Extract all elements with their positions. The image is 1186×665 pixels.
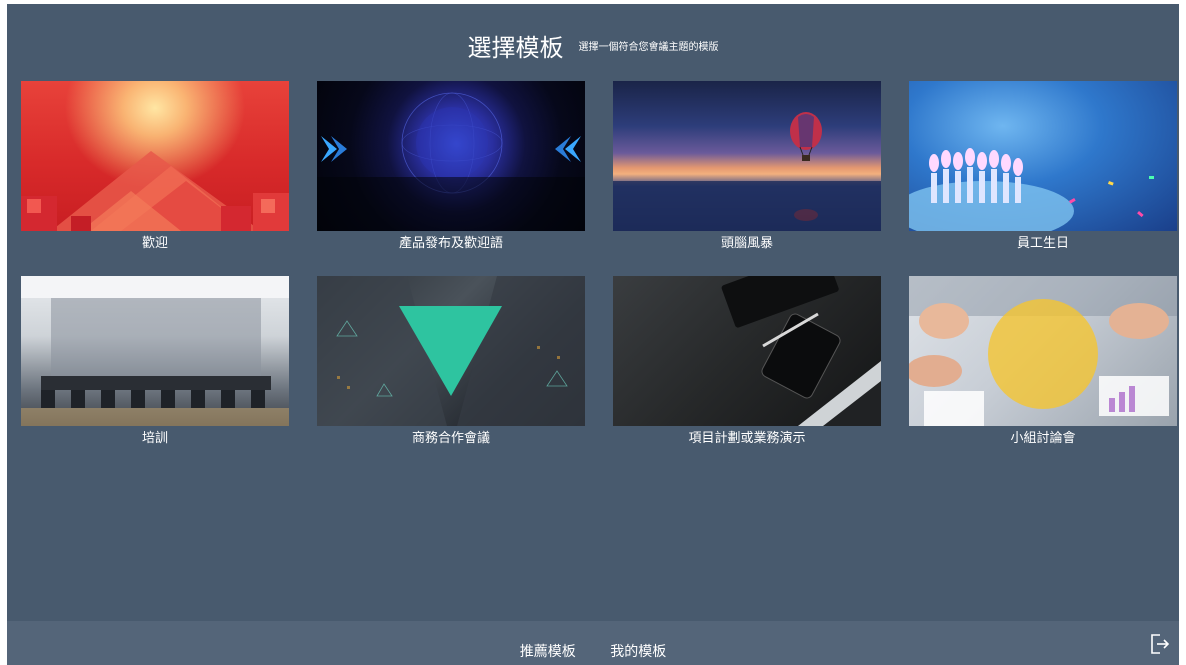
template-label: 歡迎 — [141, 236, 168, 251]
exit-icon[interactable] — [1147, 632, 1171, 656]
template-grid: 歡迎 產品發布及歡迎語 頭腦風暴 員工生日 培訓 商務合作會議 項目計劃或業務演… — [21, 81, 1177, 471]
template-thumbnail-birthday[interactable] — [909, 81, 1177, 231]
template-thumbnail-training[interactable] — [21, 276, 289, 426]
template-label: 項目計劃或業務演示 — [688, 431, 806, 446]
template-tabs: 推薦模板 我的模板 — [7, 641, 1179, 661]
template-label: 商務合作會議 — [411, 431, 490, 446]
footer-bar: 推薦模板 我的模板 — [7, 621, 1179, 665]
template-card-welcome[interactable]: 歡迎 — [21, 81, 289, 276]
template-thumbnail-business-meeting[interactable] — [317, 276, 585, 426]
template-thumbnail-welcome[interactable] — [21, 81, 289, 231]
page-title: 選擇模板 — [467, 34, 564, 62]
template-label: 頭腦風暴 — [720, 236, 773, 251]
template-label: 員工生日 — [1016, 236, 1069, 251]
tab-recommended-templates[interactable]: 推薦模板 — [520, 644, 576, 660]
template-thumbnail-project-plan[interactable] — [613, 276, 881, 426]
template-label: 小組討論會 — [1010, 431, 1076, 446]
header: 選擇模板 選擇一個符合您會議主題的模版 — [7, 28, 1179, 63]
tab-my-templates[interactable]: 我的模板 — [610, 644, 666, 660]
template-card-brainstorm[interactable]: 頭腦風暴 — [613, 81, 881, 276]
template-card-birthday[interactable]: 員工生日 — [909, 81, 1177, 276]
template-card-product-launch[interactable]: 產品發布及歡迎語 — [317, 81, 585, 276]
template-thumbnail-group-discussion[interactable] — [909, 276, 1177, 426]
template-thumbnail-brainstorm[interactable] — [613, 81, 881, 231]
template-card-business-meeting[interactable]: 商務合作會議 — [317, 276, 585, 471]
template-card-project-plan[interactable]: 項目計劃或業務演示 — [613, 276, 881, 471]
template-label: 培訓 — [141, 431, 168, 446]
template-picker: 選擇模板 選擇一個符合您會議主題的模版 歡迎 產品發布及歡迎語 頭腦風暴 員工生… — [7, 4, 1179, 665]
template-card-group-discussion[interactable]: 小組討論會 — [909, 276, 1177, 471]
template-label: 產品發布及歡迎語 — [398, 236, 503, 251]
page-subtitle: 選擇一個符合您會議主題的模版 — [578, 42, 719, 53]
template-card-training[interactable]: 培訓 — [21, 276, 289, 471]
template-thumbnail-product-launch[interactable] — [317, 81, 585, 231]
